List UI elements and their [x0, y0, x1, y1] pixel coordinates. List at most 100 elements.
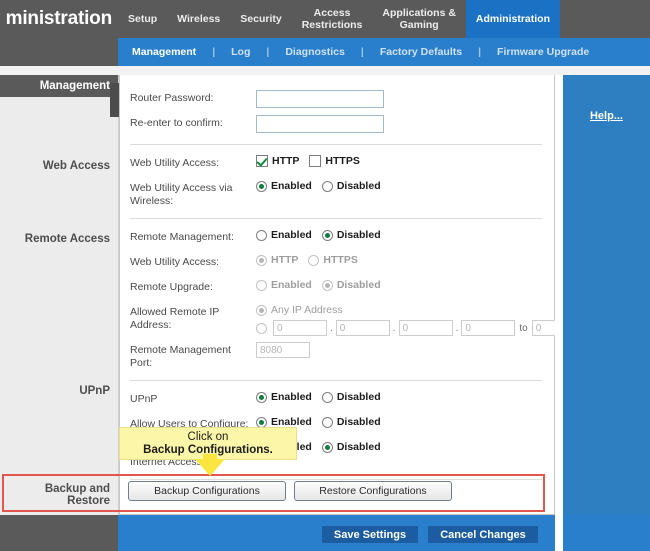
radio-selected-icon [256, 181, 267, 192]
divider [130, 144, 542, 145]
radio-remote-https-label: HTTPS [323, 254, 357, 266]
radio-upnp-enabled-label: Enabled [271, 391, 312, 403]
save-settings-button[interactable]: Save Settings [322, 526, 418, 543]
radio-any-ip-address[interactable]: Any IP Address [256, 304, 343, 316]
backup-restore-label: Backup and Restore [0, 483, 110, 507]
web-utility-access-label: Web Utility Access: [130, 155, 256, 170]
footer-gap [555, 515, 563, 551]
radio-remote-http[interactable]: HTTP [256, 254, 298, 266]
radio-allow-disable-disabled-label: Disabled [337, 441, 381, 453]
subnav-separator: | [478, 46, 481, 58]
sidebar-active-indicator [110, 83, 119, 117]
subtab-factory-defaults[interactable]: Factory Defaults [380, 46, 462, 58]
subnav-separator: | [266, 46, 269, 58]
subnav-separator: | [361, 46, 364, 58]
radio-allow-configure-disabled[interactable]: Disabled [322, 416, 381, 428]
ip-separator: . [393, 323, 396, 334]
remote-management-label: Remote Management: [130, 229, 256, 244]
ip-octet-4[interactable] [461, 320, 515, 336]
top-navigation-bar: ministration Setup Wireless Security Acc… [0, 0, 650, 38]
radio-selected-icon [322, 442, 333, 453]
main-tabs: Setup Wireless Security Access Restricti… [118, 0, 560, 38]
radio-selected-disabled-icon [256, 255, 267, 266]
radio-remote-upgrade-disabled[interactable]: Disabled [322, 279, 381, 291]
restore-configurations-button[interactable]: Restore Configurations [294, 481, 452, 501]
radio-remote-http-label: HTTP [271, 254, 298, 266]
reenter-password-input[interactable] [256, 115, 384, 133]
radio-allow-configure-disabled-label: Disabled [337, 416, 381, 428]
radio-allow-disable-disabled[interactable]: Disabled [322, 441, 381, 453]
checkmark-icon [256, 155, 268, 167]
router-admin-page: ministration Setup Wireless Security Acc… [0, 0, 650, 551]
subtab-management[interactable]: Management [132, 46, 196, 58]
remote-port-label: Remote Management Port: [130, 342, 256, 370]
radio-remote-mgmt-enabled[interactable]: Enabled [256, 229, 312, 241]
checkbox-http[interactable]: HTTP [256, 155, 299, 167]
row-remote-web-utility-access: Web Utility Access: HTTP HTTPS [120, 251, 554, 276]
tab-administration[interactable]: Administration [466, 0, 560, 38]
radio-selected-icon [256, 392, 267, 403]
divider [130, 218, 542, 219]
sidebar-label-upnp: UPnP [0, 385, 110, 397]
divider [130, 380, 542, 381]
radio-selected-disabled-icon [322, 280, 333, 291]
radio-empty-icon [256, 230, 267, 241]
backup-configurations-button[interactable]: Backup Configurations [128, 481, 286, 501]
ip-octet-1[interactable] [273, 320, 327, 336]
subtab-log[interactable]: Log [231, 46, 250, 58]
tab-security[interactable]: Security [230, 0, 291, 38]
router-password-input[interactable] [256, 90, 384, 108]
checkbox-https-label: HTTPS [325, 155, 359, 167]
sidebar-label-remote-access: Remote Access [0, 233, 110, 245]
radio-upnp-enabled[interactable]: Enabled [256, 391, 312, 403]
ip-octet-3[interactable] [399, 320, 453, 336]
radio-empty-icon [322, 181, 333, 192]
radio-upnp-disabled-label: Disabled [337, 391, 381, 403]
row-remote-management-port: Remote Management Port: [120, 339, 554, 373]
checkbox-https[interactable]: HTTPS [309, 155, 359, 167]
remote-port-input[interactable] [256, 342, 310, 358]
radio-upnp-disabled[interactable]: Disabled [322, 391, 381, 403]
cancel-changes-button[interactable]: Cancel Changes [428, 526, 538, 543]
subtab-firmware-upgrade[interactable]: Firmware Upgrade [497, 46, 589, 58]
radio-remote-mgmt-enabled-label: Enabled [271, 229, 312, 241]
radio-specific-ip[interactable] [256, 323, 267, 334]
tab-applications-gaming[interactable]: Applications & Gaming [372, 0, 466, 38]
sub-navigation-bar: Management | Log | Diagnostics | Factory… [118, 38, 650, 66]
radio-wireless-disabled-label: Disabled [337, 180, 381, 192]
sidebar-section-header: Management [0, 75, 118, 97]
tab-access-restrictions[interactable]: Access Restrictions [292, 0, 373, 38]
ip-separator: . [456, 323, 459, 334]
reenter-password-label: Re-enter to confirm: [130, 115, 256, 130]
radio-remote-upgrade-enabled[interactable]: Enabled [256, 279, 312, 291]
tab-setup[interactable]: Setup [118, 0, 167, 38]
row-allowed-remote-ip: Allowed Remote IP Address: Any IP Addres… [120, 301, 554, 339]
ip-separator: . [330, 323, 333, 334]
help-panel: Help... [563, 75, 650, 515]
radio-remote-upgrade-disabled-label: Disabled [337, 279, 381, 291]
radio-empty-disabled-icon [256, 280, 267, 291]
radio-empty-icon [322, 392, 333, 403]
subtab-diagnostics[interactable]: Diagnostics [285, 46, 345, 58]
radio-remote-https[interactable]: HTTPS [308, 254, 357, 266]
tab-wireless[interactable]: Wireless [167, 0, 230, 38]
management-form: Router Password: Re-enter to confirm: We… [120, 75, 554, 487]
radio-wireless-disabled[interactable]: Disabled [322, 180, 381, 192]
callout-line-1: Click on [188, 431, 229, 444]
radio-selected-icon [322, 230, 333, 241]
sidebar-label-web-access: Web Access [0, 160, 110, 172]
page-title: ministration [0, 0, 118, 38]
ip-octet-2[interactable] [336, 320, 390, 336]
radio-empty-disabled-icon [308, 255, 319, 266]
backup-restore-buttons: Backup Configurations Restore Configurat… [128, 481, 452, 501]
radio-wireless-enabled-label: Enabled [271, 180, 312, 192]
checkbox-http-label: HTTP [272, 155, 299, 167]
row-remote-upgrade: Remote Upgrade: Enabled Disabled [120, 276, 554, 301]
subnav-separator: | [212, 46, 215, 58]
radio-remote-mgmt-disabled[interactable]: Disabled [322, 229, 381, 241]
help-link[interactable]: Help... [563, 110, 650, 122]
row-router-password: Router Password: [120, 87, 554, 112]
radio-empty-icon [322, 417, 333, 428]
row-upnp: UPnP Enabled Disabled [120, 388, 554, 413]
radio-wireless-enabled[interactable]: Enabled [256, 180, 312, 192]
